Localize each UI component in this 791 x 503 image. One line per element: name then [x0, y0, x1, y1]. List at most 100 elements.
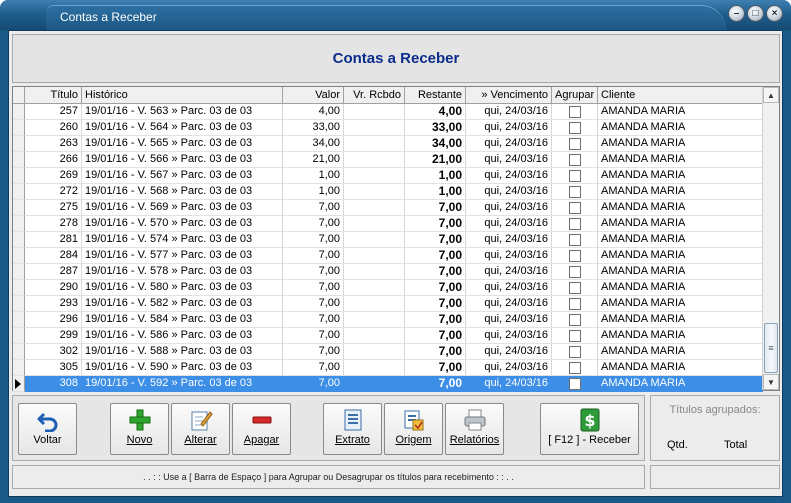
- column-header-cliente[interactable]: Cliente: [598, 87, 763, 104]
- table-row[interactable]: 302 19/01/16 - V. 588 » Parc. 03 de 03 7,0…: [13, 344, 763, 360]
- agrupar-checkbox[interactable]: [568, 202, 581, 214]
- table-row[interactable]: 305 19/01/16 - V. 590 » Parc. 03 de 03 7,0…: [13, 360, 763, 376]
- cell-cliente: AMANDA MARIA: [598, 296, 763, 312]
- cell-historico: 19/01/16 - V. 588 » Parc. 03 de 03: [82, 344, 283, 360]
- title-bar[interactable]: Contas a Receber – □ ×: [0, 0, 791, 30]
- cell-titulo: 257: [25, 104, 82, 120]
- minimize-icon[interactable]: –: [728, 5, 745, 22]
- column-header-historico[interactable]: Histórico: [82, 87, 283, 104]
- grouped-titles-panel: Títulos agrupados: Qtd. Total: [650, 395, 780, 461]
- table-row[interactable]: 260 19/01/16 - V. 564 » Parc. 03 de 03 33,…: [13, 120, 763, 136]
- agrupar-checkbox[interactable]: [568, 234, 581, 246]
- scroll-down-icon[interactable]: ▼: [763, 374, 779, 390]
- cell-restante: 21,00: [405, 152, 466, 168]
- relatorios-button[interactable]: Relatórios: [445, 403, 504, 455]
- agrupar-checkbox[interactable]: [568, 154, 581, 166]
- grid-header: Título Histórico Valor Vr. Rcbdo Restant…: [13, 87, 763, 104]
- cell-valor: 7,00: [283, 216, 344, 232]
- cell-agrupar: [552, 216, 598, 232]
- column-header-vencimento[interactable]: » Vencimento: [466, 87, 552, 104]
- cell-agrupar: [552, 168, 598, 184]
- vertical-scrollbar[interactable]: ▲ ≡ ▼: [762, 87, 779, 390]
- table-row[interactable]: 278 19/01/16 - V. 570 » Parc. 03 de 03 7,0…: [13, 216, 763, 232]
- column-header-titulo[interactable]: Título: [25, 87, 82, 104]
- scroll-up-icon[interactable]: ▲: [763, 87, 779, 103]
- agrupar-checkbox[interactable]: [568, 138, 581, 150]
- agrupar-checkbox[interactable]: [568, 362, 581, 374]
- cell-rcbdo: [344, 136, 405, 152]
- agrupar-checkbox[interactable]: [568, 218, 581, 230]
- agrupar-checkbox[interactable]: [568, 250, 581, 262]
- cell-restante: 7,00: [405, 200, 466, 216]
- receivables-grid[interactable]: Título Histórico Valor Vr. Rcbdo Restant…: [12, 86, 780, 392]
- agrupar-checkbox[interactable]: [568, 266, 581, 278]
- cell-cliente: AMANDA MARIA: [598, 264, 763, 280]
- origem-button[interactable]: Origem: [384, 403, 443, 455]
- cell-agrupar: [552, 376, 598, 392]
- agrupar-checkbox[interactable]: [568, 106, 581, 118]
- grouped-title: Títulos agrupados:: [669, 404, 761, 416]
- cell-titulo: 281: [25, 232, 82, 248]
- cell-rcbdo: [344, 200, 405, 216]
- status-right-panel: [650, 465, 780, 489]
- cell-agrupar: [552, 344, 598, 360]
- table-row[interactable]: 290 19/01/16 - V. 580 » Parc. 03 de 03 7,0…: [13, 280, 763, 296]
- cell-restante: 7,00: [405, 216, 466, 232]
- cell-vencimento: qui, 24/03/16: [466, 344, 552, 360]
- column-header-restante[interactable]: Restante: [405, 87, 466, 104]
- page-title: Contas a Receber: [332, 50, 460, 67]
- column-header-vr-rcbdo[interactable]: Vr. Rcbdo: [344, 87, 405, 104]
- table-row[interactable]: 284 19/01/16 - V. 577 » Parc. 03 de 03 7,0…: [13, 248, 763, 264]
- cell-historico: 19/01/16 - V. 565 » Parc. 03 de 03: [82, 136, 283, 152]
- table-row[interactable]: 281 19/01/16 - V. 574 » Parc. 03 de 03 7,0…: [13, 232, 763, 248]
- alterar-button[interactable]: Alterar: [171, 403, 230, 455]
- table-row[interactable]: 299 19/01/16 - V. 586 » Parc. 03 de 03 7,0…: [13, 328, 763, 344]
- table-row[interactable]: 257 19/01/16 - V. 563 » Parc. 03 de 03 4,0…: [13, 104, 763, 120]
- row-indicator: [13, 280, 25, 296]
- row-indicator: [13, 200, 25, 216]
- table-row[interactable]: 296 19/01/16 - V. 584 » Parc. 03 de 03 7,0…: [13, 312, 763, 328]
- maximize-icon[interactable]: □: [747, 5, 764, 22]
- cell-historico: 19/01/16 - V. 592 » Parc. 03 de 03: [82, 376, 283, 392]
- column-header-valor[interactable]: Valor: [283, 87, 344, 104]
- extrato-button[interactable]: Extrato: [323, 403, 382, 455]
- agrupar-checkbox[interactable]: [568, 122, 581, 134]
- table-row[interactable]: 269 19/01/16 - V. 567 » Parc. 03 de 03 1,0…: [13, 168, 763, 184]
- close-icon[interactable]: ×: [766, 5, 783, 22]
- cell-cliente: AMANDA MARIA: [598, 184, 763, 200]
- cell-historico: 19/01/16 - V. 578 » Parc. 03 de 03: [82, 264, 283, 280]
- voltar-button[interactable]: Voltar: [18, 403, 77, 455]
- cell-cliente: AMANDA MARIA: [598, 104, 763, 120]
- table-row[interactable]: 293 19/01/16 - V. 582 » Parc. 03 de 03 7,0…: [13, 296, 763, 312]
- apagar-button[interactable]: Apagar: [232, 403, 291, 455]
- table-row[interactable]: 272 19/01/16 - V. 568 » Parc. 03 de 03 1,0…: [13, 184, 763, 200]
- agrupar-checkbox[interactable]: [568, 186, 581, 198]
- table-row[interactable]: 287 19/01/16 - V. 578 » Parc. 03 de 03 7,0…: [13, 264, 763, 280]
- agrupar-checkbox[interactable]: [568, 378, 581, 390]
- agrupar-checkbox[interactable]: [568, 298, 581, 310]
- cell-vencimento: qui, 24/03/16: [466, 200, 552, 216]
- scrollbar-thumb[interactable]: ≡: [764, 323, 778, 373]
- agrupar-checkbox[interactable]: [568, 282, 581, 294]
- receber-button[interactable]: $ [ F12 ] - Receber: [540, 403, 639, 455]
- header-indicator: [13, 87, 25, 104]
- cell-valor: 7,00: [283, 200, 344, 216]
- table-row[interactable]: 308 19/01/16 - V. 592 » Parc. 03 de 03 7,0…: [13, 376, 763, 392]
- apagar-label: Apagar: [243, 434, 280, 446]
- agrupar-checkbox[interactable]: [568, 346, 581, 358]
- cell-titulo: 266: [25, 152, 82, 168]
- cell-restante: 7,00: [405, 344, 466, 360]
- novo-button[interactable]: Novo: [110, 403, 169, 455]
- cell-valor: 1,00: [283, 168, 344, 184]
- cell-historico: 19/01/16 - V. 586 » Parc. 03 de 03: [82, 328, 283, 344]
- cell-valor: 21,00: [283, 152, 344, 168]
- agrupar-checkbox[interactable]: [568, 314, 581, 326]
- cell-restante: 7,00: [405, 232, 466, 248]
- agrupar-checkbox[interactable]: [568, 330, 581, 342]
- column-header-agrupar[interactable]: Agrupar: [552, 87, 598, 104]
- table-row[interactable]: 266 19/01/16 - V. 566 » Parc. 03 de 03 21,…: [13, 152, 763, 168]
- agrupar-checkbox[interactable]: [568, 170, 581, 182]
- cell-restante: 1,00: [405, 184, 466, 200]
- table-row[interactable]: 275 19/01/16 - V. 569 » Parc. 03 de 03 7,0…: [13, 200, 763, 216]
- table-row[interactable]: 263 19/01/16 - V. 565 » Parc. 03 de 03 34,…: [13, 136, 763, 152]
